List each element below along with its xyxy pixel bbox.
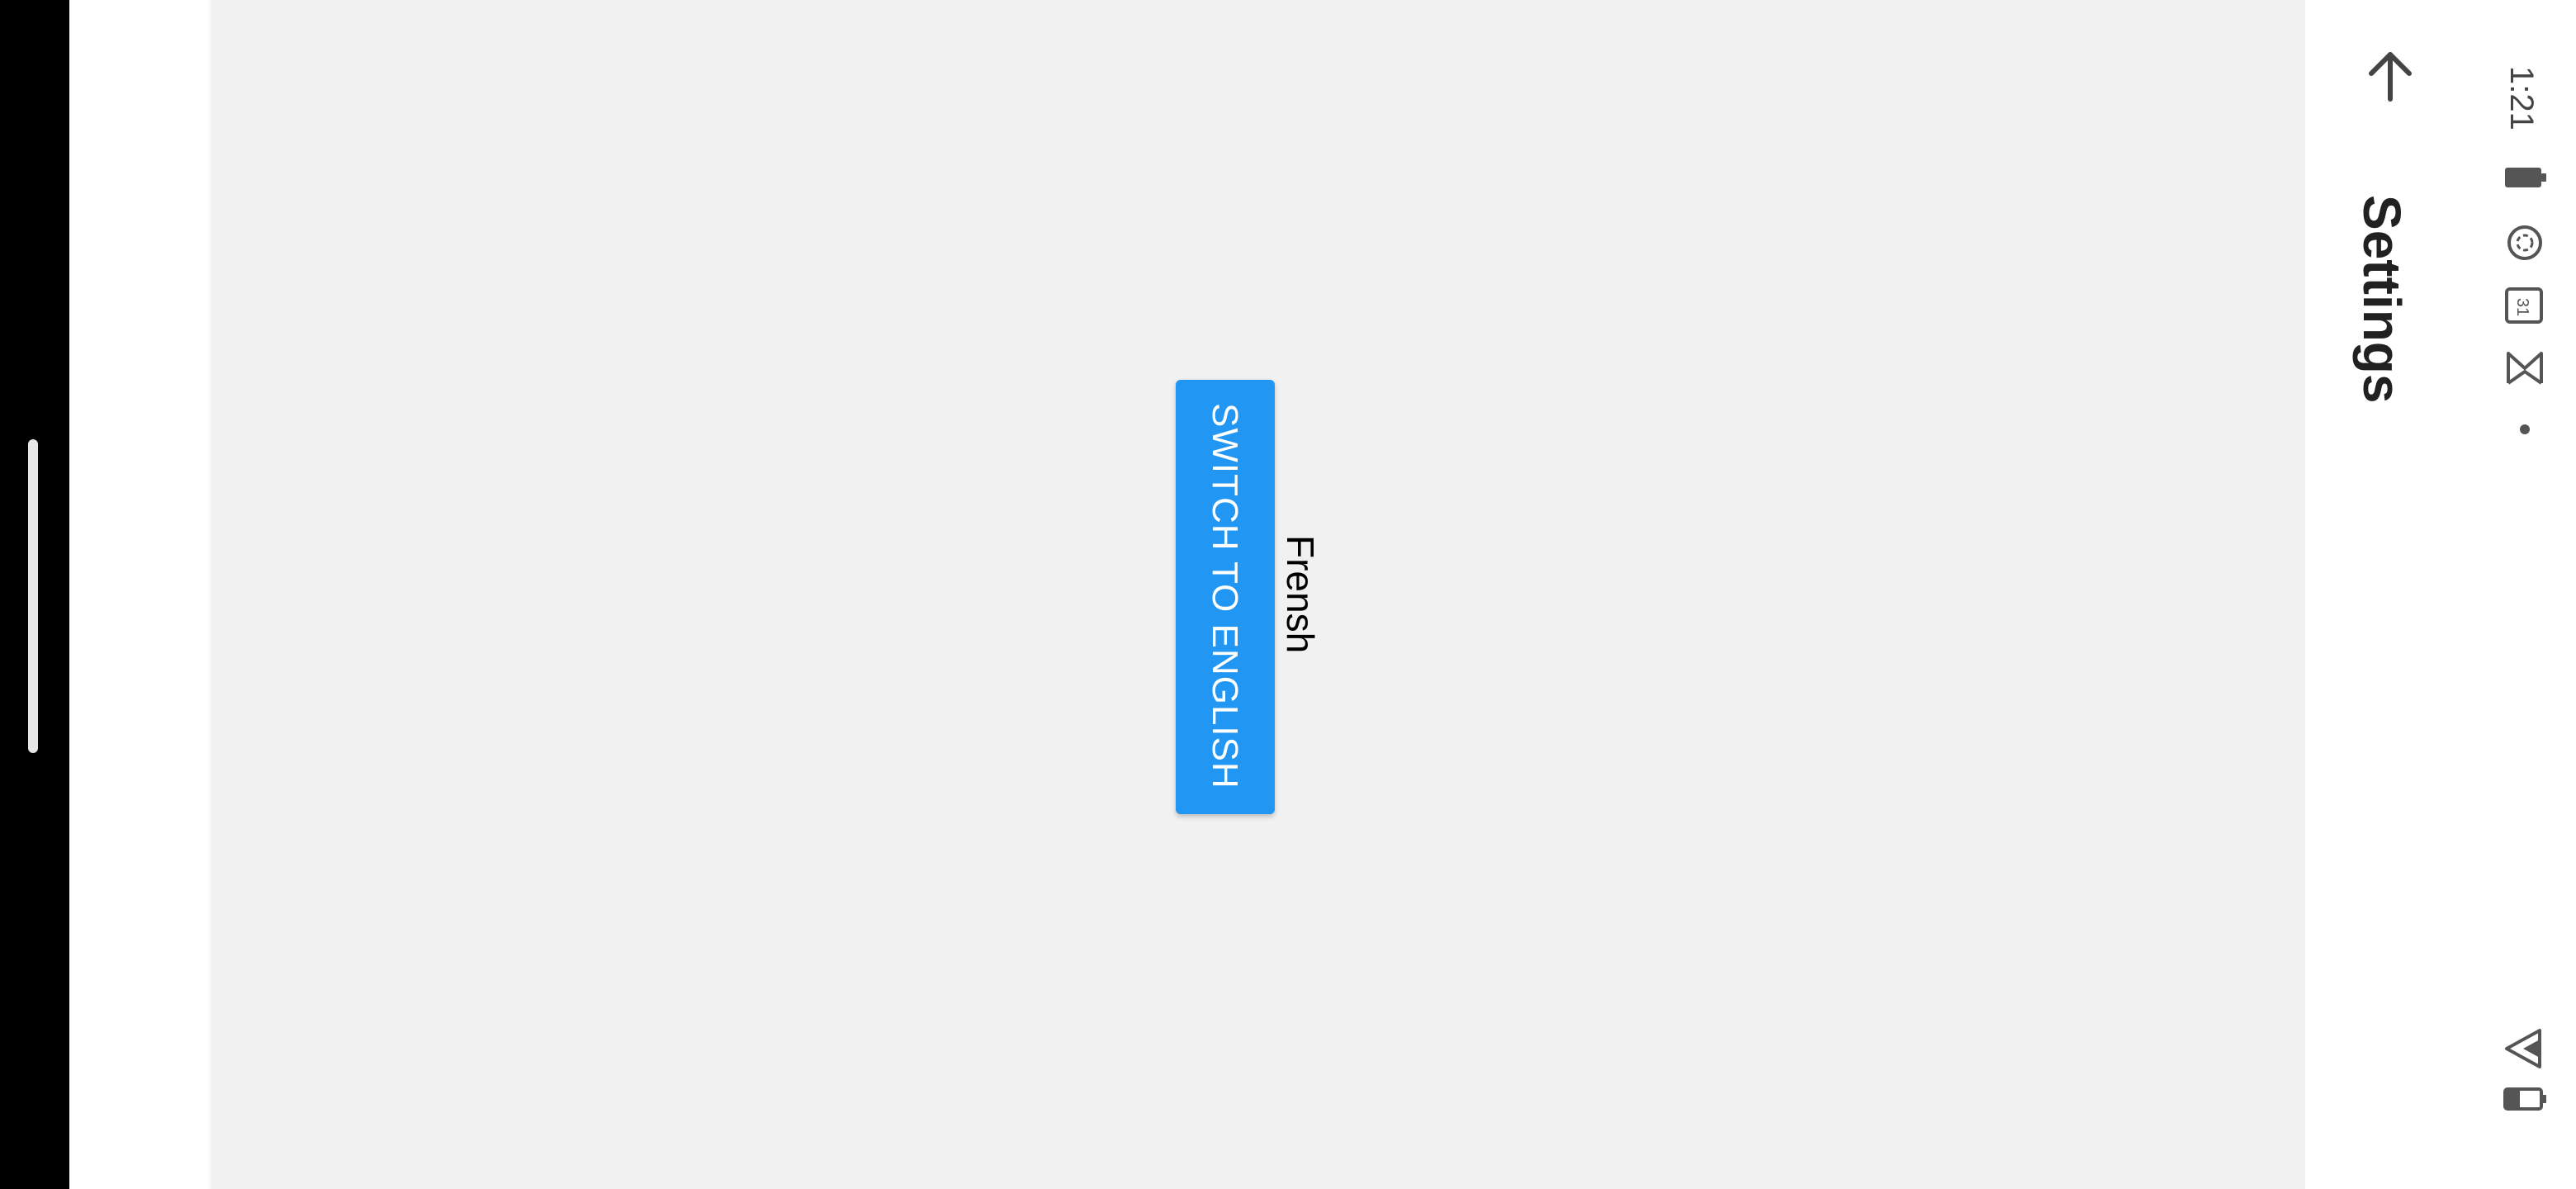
system-nav-bar [0, 0, 69, 1189]
gmail-icon [2507, 352, 2543, 385]
app-bar [2305, 0, 2467, 1189]
battery-status-icon [2503, 1087, 2546, 1111]
calendar-icon: 31 [2505, 287, 2543, 324]
dot-icon [2520, 424, 2530, 434]
gesture-handle[interactable] [28, 439, 38, 753]
status-time: 1:21 [2503, 66, 2540, 130]
battery-icon [2505, 168, 2546, 187]
page-title: Settings [2352, 195, 2412, 404]
back-arrow-icon[interactable] [2361, 48, 2419, 106]
sync-icon [2507, 225, 2542, 260]
current-language-label: Frensh [1279, 535, 1322, 654]
left-gutter [69, 0, 211, 1189]
switch-language-button[interactable]: SWITCH TO ENGLISH [1176, 380, 1275, 814]
calendar-day-text: 31 [2513, 298, 2531, 316]
signal-icon [2505, 1029, 2541, 1068]
switch-language-button-label: SWITCH TO ENGLISH [1205, 403, 1245, 789]
